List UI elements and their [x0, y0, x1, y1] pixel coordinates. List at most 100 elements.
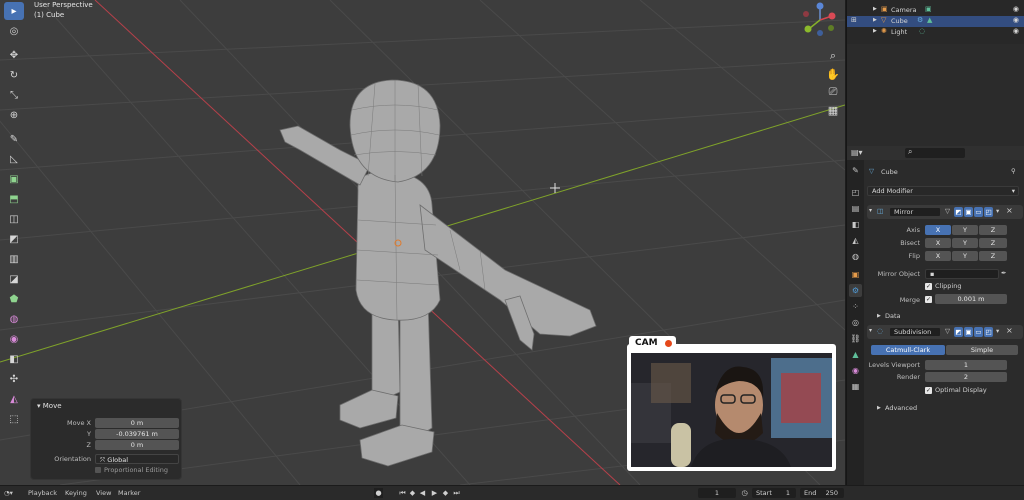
- proportional-editing-checkbox[interactable]: [95, 467, 101, 473]
- extrude-tool-icon[interactable]: ⬒: [4, 190, 24, 208]
- 3d-viewport[interactable]: User Perspective (1) Cube ▸ ◎ ✥ ↻ ⤡ ⊕ ✎ …: [0, 0, 845, 485]
- grid-perspective-icon[interactable]: ▦: [824, 102, 842, 118]
- next-key-icon[interactable]: ◆: [441, 488, 450, 498]
- remove-modifier-icon[interactable]: ×: [1006, 206, 1013, 215]
- expand-arrow-icon[interactable]: ▶: [877, 405, 881, 411]
- view-menu[interactable]: View: [96, 489, 111, 497]
- outliner-row-light[interactable]: ▶ ✺ Light ◌ ◉: [847, 27, 1024, 38]
- stopwatch-icon[interactable]: ◷: [740, 488, 749, 498]
- flip-x-button[interactable]: X: [925, 251, 951, 261]
- world-tab-icon[interactable]: ◍: [849, 250, 862, 263]
- modifier-menu-icon[interactable]: ▾: [996, 327, 999, 335]
- current-frame-field[interactable]: 1: [698, 488, 736, 498]
- shear-tool-icon[interactable]: ◭: [4, 390, 24, 408]
- mirror-object-field[interactable]: ▪: [925, 269, 999, 279]
- expand-arrow-icon[interactable]: ▶: [873, 17, 877, 23]
- remove-modifier-icon[interactable]: ×: [1006, 326, 1013, 335]
- search-input[interactable]: ⌕: [905, 147, 965, 158]
- constraints-tab-icon[interactable]: ⛓: [849, 332, 862, 345]
- scene-tab-icon[interactable]: ◭: [849, 234, 862, 247]
- viewport-display-icon[interactable]: ▭: [974, 207, 983, 217]
- merge-distance-field[interactable]: 0.001 m: [935, 294, 1007, 304]
- view-layer-tab-icon[interactable]: ◧: [849, 218, 862, 231]
- bevel-tool-icon[interactable]: ◩: [4, 230, 24, 248]
- knife-tool-icon[interactable]: ◪: [4, 270, 24, 288]
- output-tab-icon[interactable]: ▤: [849, 202, 862, 215]
- pin-icon[interactable]: ⚲: [1011, 167, 1016, 175]
- physics-tab-icon[interactable]: ◎: [849, 316, 862, 329]
- rotate-tool-icon[interactable]: ↻: [4, 66, 24, 84]
- shrink-tool-icon[interactable]: ✣: [4, 370, 24, 388]
- subdivision-name-field[interactable]: Subdivision: [889, 327, 941, 337]
- expand-arrow-icon[interactable]: ▶: [873, 28, 877, 34]
- record-icon[interactable]: ●: [374, 488, 383, 498]
- cage-toggle-icon[interactable]: ◩: [954, 327, 963, 337]
- rip-tool-icon[interactable]: ⬚: [4, 410, 24, 428]
- keying-menu[interactable]: Keying: [65, 489, 87, 497]
- edit-mode-icon[interactable]: ⊞: [851, 16, 857, 24]
- viewport-display-icon[interactable]: ▭: [974, 327, 983, 337]
- outliner-row-camera[interactable]: ▶ ▣ Camera ▣ ◉: [847, 5, 1024, 16]
- render-display-icon[interactable]: ◰: [984, 207, 993, 217]
- edit-mode-toggle-icon[interactable]: ▽: [945, 327, 950, 335]
- hand-pan-icon[interactable]: ✋: [824, 66, 842, 82]
- cage-toggle-icon[interactable]: ◩: [954, 207, 963, 217]
- marker-menu[interactable]: Marker: [118, 489, 140, 497]
- eyedropper-icon[interactable]: ✒: [1001, 269, 1006, 277]
- scale-tool-icon[interactable]: ⤡: [4, 86, 24, 104]
- play-icon[interactable]: ▶: [430, 488, 439, 498]
- move-z-field[interactable]: 0 m: [95, 440, 179, 450]
- prev-key-icon[interactable]: ◆: [408, 488, 417, 498]
- flip-y-button[interactable]: Y: [952, 251, 978, 261]
- tool-tab-icon[interactable]: ✎: [849, 164, 862, 177]
- cursor-tool-icon[interactable]: ◎: [4, 22, 24, 40]
- particles-tab-icon[interactable]: ⁘: [849, 300, 862, 313]
- poly-build-tool-icon[interactable]: ⬟: [4, 290, 24, 308]
- data-subpanel-label[interactable]: Data: [885, 312, 901, 320]
- move-x-field[interactable]: 0 m: [95, 418, 179, 428]
- jump-end-icon[interactable]: ⏭: [452, 488, 461, 498]
- playback-menu[interactable]: Playback: [28, 489, 57, 497]
- move-y-field[interactable]: -0.039761 m: [95, 429, 179, 439]
- bisect-x-button[interactable]: X: [925, 238, 951, 248]
- render-tab-icon[interactable]: ◰: [849, 186, 862, 199]
- play-reverse-icon[interactable]: ◀: [418, 488, 427, 498]
- orientation-select[interactable]: ⤧ Global: [95, 454, 179, 464]
- transform-tool-icon[interactable]: ⊕: [4, 106, 24, 124]
- zoom-icon[interactable]: ⌕: [824, 48, 842, 64]
- move-tool-icon[interactable]: ✥: [4, 46, 24, 64]
- add-modifier-dropdown[interactable]: Add Modifier ▾: [867, 186, 1019, 196]
- editor-type-icon[interactable]: ◔▾: [4, 489, 13, 497]
- properties-editor-icon[interactable]: ▤▾: [851, 148, 863, 157]
- catmull-clark-tab[interactable]: Catmull-Clark: [871, 345, 945, 355]
- visibility-eye-icon[interactable]: ◉: [1013, 16, 1019, 24]
- visibility-eye-icon[interactable]: ◉: [1013, 5, 1019, 13]
- optimal-display-checkbox[interactable]: ✓: [925, 387, 932, 394]
- loop-cut-tool-icon[interactable]: ▥: [4, 250, 24, 268]
- measure-tool-icon[interactable]: ◺: [4, 150, 24, 168]
- axis-y-button[interactable]: Y: [952, 225, 978, 235]
- spin-tool-icon[interactable]: ◍: [4, 310, 24, 328]
- expand-arrow-icon[interactable]: ▶: [873, 6, 877, 12]
- bisect-y-button[interactable]: Y: [952, 238, 978, 248]
- clipping-checkbox[interactable]: ✓: [925, 283, 932, 290]
- advanced-subpanel-label[interactable]: Advanced: [885, 404, 917, 412]
- camera-view-icon[interactable]: ⎚: [824, 84, 842, 100]
- add-cube-tool-icon[interactable]: ▣: [4, 170, 24, 188]
- levels-viewport-field[interactable]: 1: [925, 360, 1007, 370]
- axis-z-button[interactable]: Z: [979, 225, 1007, 235]
- bisect-z-button[interactable]: Z: [979, 238, 1007, 248]
- mirror-name-field[interactable]: Mirror: [889, 207, 941, 217]
- visibility-eye-icon[interactable]: ◉: [1013, 27, 1019, 35]
- render-display-icon[interactable]: ◰: [984, 327, 993, 337]
- modifier-tab-icon[interactable]: ⚙: [849, 284, 862, 297]
- expand-arrow-icon[interactable]: ▶: [877, 313, 881, 319]
- merge-checkbox[interactable]: ✓: [925, 296, 932, 303]
- jump-start-icon[interactable]: ⏮: [398, 488, 407, 498]
- editmode-display-icon[interactable]: ▣: [964, 207, 973, 217]
- material-tab-icon[interactable]: ◉: [849, 364, 862, 377]
- end-frame-field[interactable]: End 250: [800, 488, 844, 498]
- annotate-tool-icon[interactable]: ✎: [4, 130, 24, 148]
- edge-slide-tool-icon[interactable]: ◧: [4, 350, 24, 368]
- flip-z-button[interactable]: Z: [979, 251, 1007, 261]
